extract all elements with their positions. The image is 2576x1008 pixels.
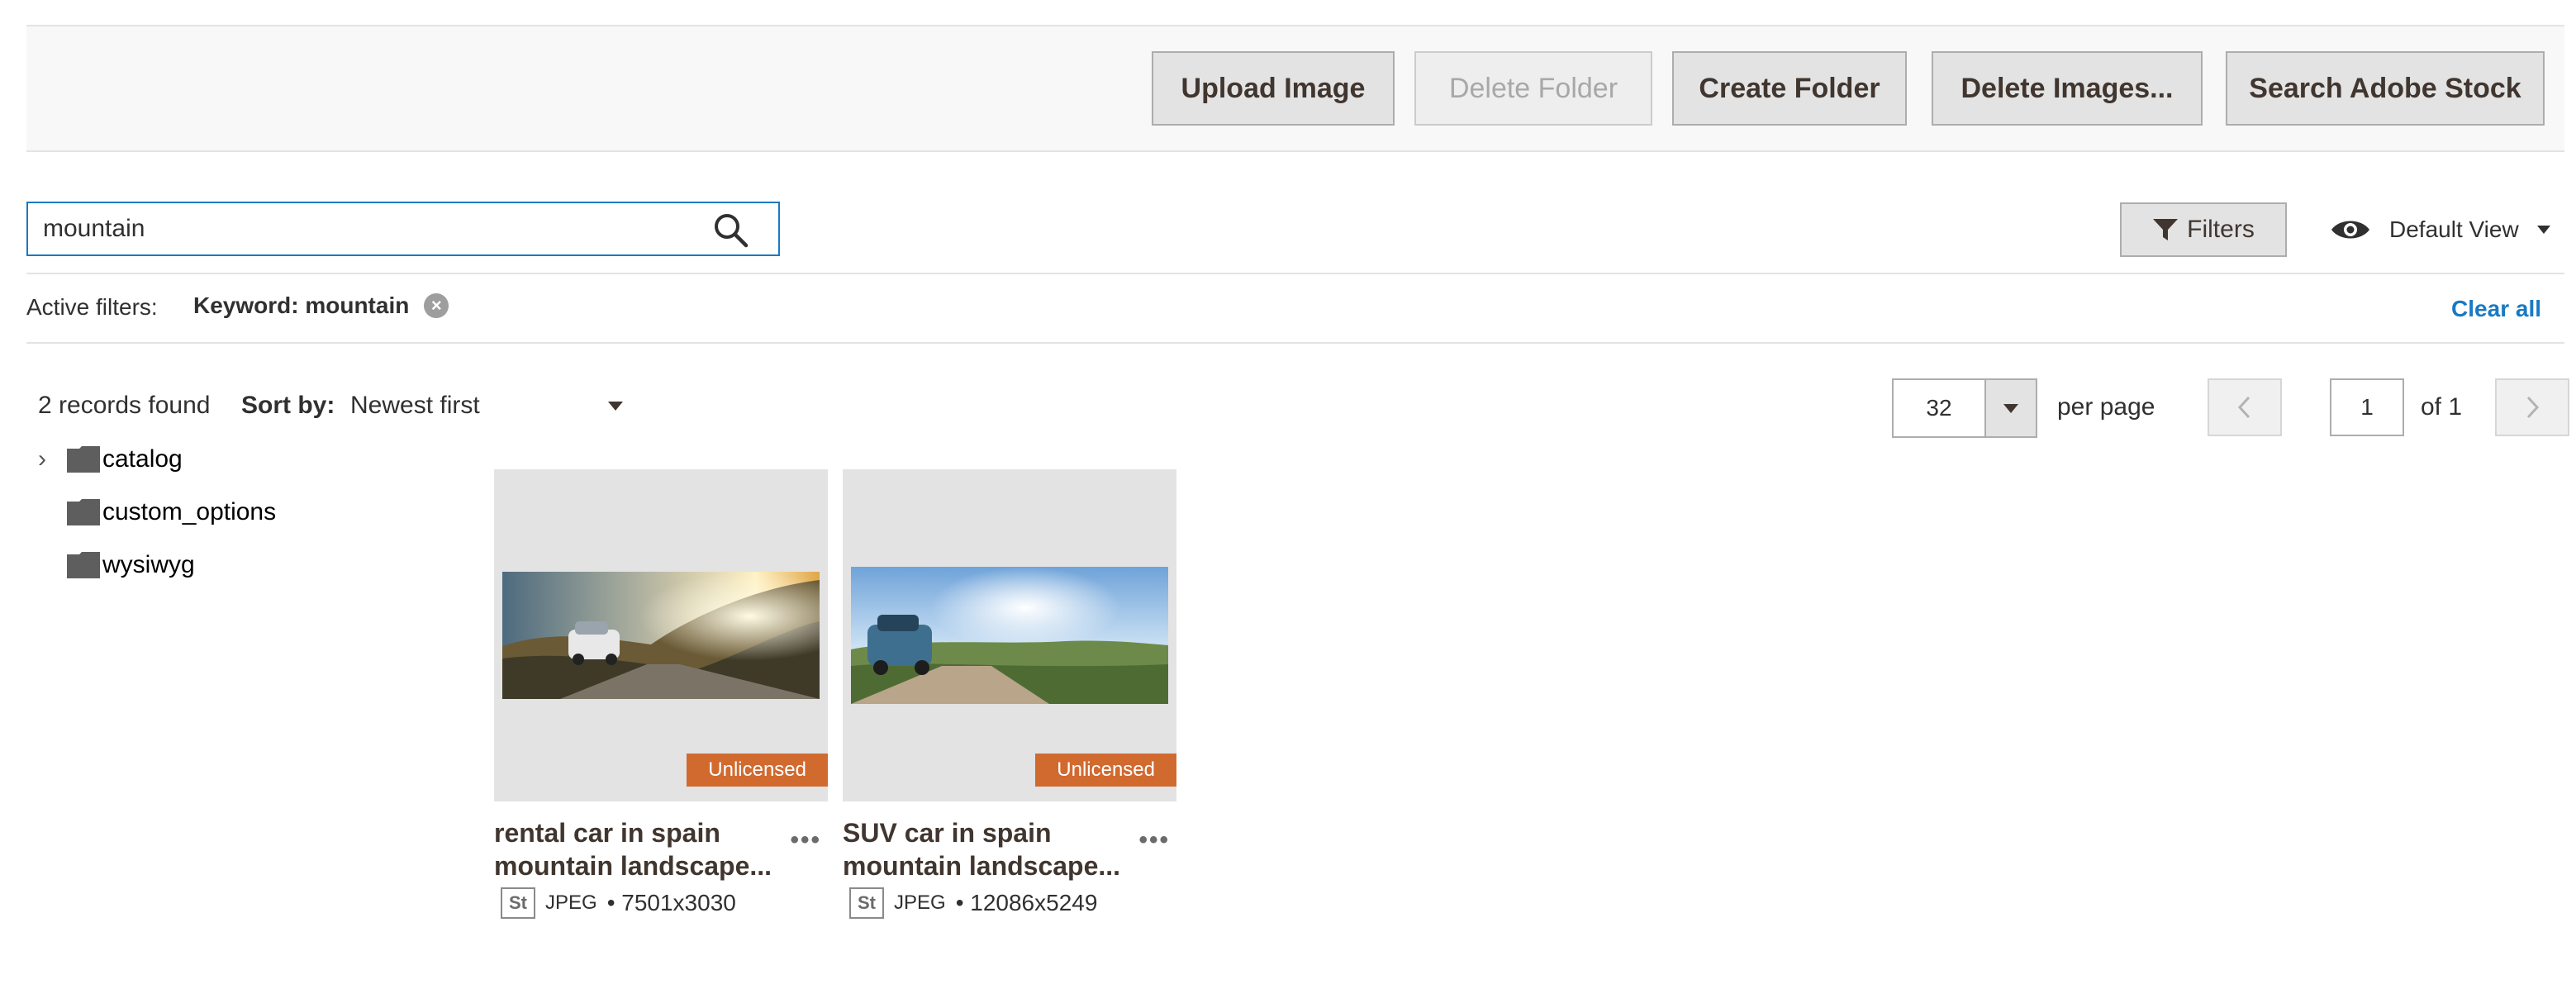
active-filters-bar: Active filters: Keyword: mountain × Clea… (26, 273, 2564, 344)
view-switch-label: Default View (2389, 216, 2519, 242)
image-title[interactable]: rental car in spain mountain landscape..… (494, 816, 783, 882)
adobe-stock-icon: St (501, 887, 535, 919)
image-format: JPEG (894, 892, 946, 914)
adobe-stock-icon: St (849, 887, 884, 919)
search-input[interactable] (43, 203, 704, 254)
folder-icon (67, 446, 100, 473)
upload-image-button[interactable]: Upload Image (1152, 51, 1395, 126)
folder-icon (67, 499, 100, 525)
records-count: 2 records found (38, 392, 211, 419)
image-title-line: mountain landscape... (843, 851, 1121, 881)
folder-name: catalog (102, 445, 183, 473)
image-format: JPEG (545, 892, 597, 914)
filters-button-label: Filters (2187, 216, 2255, 243)
image-thumbnail[interactable]: Unlicensed (843, 469, 1176, 801)
delete-images-button[interactable]: Delete Images... (1932, 51, 2203, 126)
active-filters-label: Active filters: (26, 294, 158, 320)
search-adobe-stock-button[interactable]: Search Adobe Stock (2226, 51, 2545, 126)
search-icon[interactable] (712, 212, 749, 248)
per-page-label: per page (2057, 393, 2155, 421)
image-title[interactable]: SUV car in spain mountain landscape... (843, 816, 1132, 882)
expand-caret-icon[interactable]: › (30, 443, 55, 476)
chevron-left-icon (2237, 396, 2250, 419)
remove-filter-icon[interactable]: × (424, 293, 449, 318)
image-meta: St JPEG • 7501x3030 (501, 887, 736, 919)
folder-item-custom-options[interactable]: custom_options (66, 496, 276, 529)
image-dimensions: • 12086x5249 (955, 890, 1098, 915)
view-switcher[interactable]: Default View (2330, 207, 2550, 253)
more-actions-icon[interactable]: ••• (1138, 826, 1170, 854)
previous-page-button[interactable] (2208, 378, 2282, 436)
sort-label: Sort by: (241, 392, 335, 419)
folder-name: custom_options (102, 498, 277, 525)
image-dimensions: • 7501x3030 (606, 890, 736, 915)
license-badge: Unlicensed (687, 754, 828, 787)
folder-item-catalog[interactable]: catalog (66, 443, 183, 476)
per-page-value: 32 (1926, 395, 1952, 421)
next-page-button[interactable] (2495, 378, 2569, 436)
filter-chip-label: Keyword: mountain (193, 292, 410, 318)
folder-item-wysiwyg[interactable]: wysiwyg (66, 549, 195, 582)
clear-all-link[interactable]: Clear all (2451, 296, 2541, 322)
image-title-line: SUV car in spain (843, 818, 1052, 848)
funnel-icon (2153, 219, 2179, 240)
filter-chip-keyword: Keyword: mountain × (193, 292, 449, 319)
folder-icon (67, 552, 100, 578)
image-preview (851, 567, 1168, 704)
filters-button[interactable]: Filters (2120, 202, 2287, 257)
per-page-toggle[interactable] (1984, 380, 2036, 436)
chevron-down-icon (2003, 403, 2018, 413)
keyword-search (26, 202, 780, 256)
more-actions-icon[interactable]: ••• (790, 826, 821, 854)
chevron-right-icon (2526, 396, 2540, 419)
per-page-select[interactable]: 32 (1892, 378, 2037, 438)
delete-folder-button[interactable]: Delete Folder (1414, 51, 1652, 126)
eye-icon (2331, 221, 2369, 239)
current-page-input[interactable]: 1 (2330, 378, 2404, 436)
chevron-down-icon (2536, 226, 2550, 234)
create-folder-button[interactable]: Create Folder (1672, 51, 1907, 126)
page-actions-toolbar: Upload Image Delete Folder Create Folder… (26, 26, 2564, 152)
folder-name: wysiwyg (102, 551, 195, 578)
sort-select[interactable]: Newest first (350, 392, 480, 420)
image-preview (502, 572, 820, 699)
image-thumbnail[interactable]: Unlicensed (494, 469, 828, 801)
image-title-line: rental car in spain (494, 818, 720, 848)
chevron-down-icon[interactable] (608, 402, 623, 411)
image-title-line: mountain landscape... (494, 851, 772, 881)
license-badge: Unlicensed (1035, 754, 1176, 787)
image-meta: St JPEG • 12086x5249 (849, 887, 1097, 919)
total-pages-label: of 1 (2421, 393, 2463, 421)
